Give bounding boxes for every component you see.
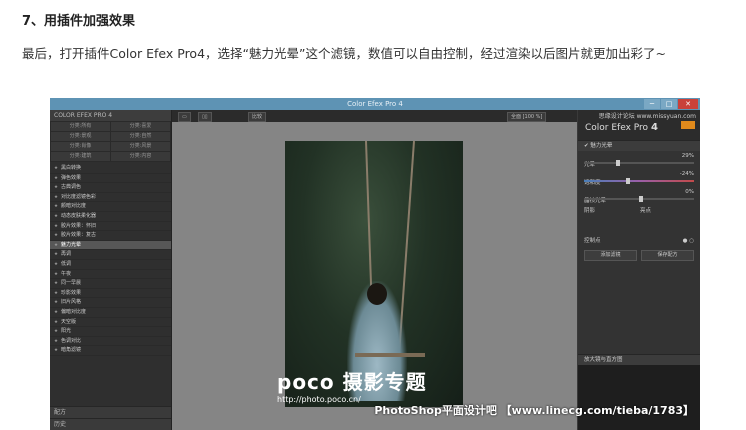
filter-item[interactable]: 珍影效果 bbox=[50, 289, 171, 299]
shadows-label: 阴影 bbox=[584, 208, 596, 214]
plugin-screenshot: Color Efex Pro 4 ─ □ ✕ COLOR EFEX PRO 4 … bbox=[50, 98, 700, 430]
window-titlebar: Color Efex Pro 4 ─ □ ✕ bbox=[50, 98, 700, 110]
filter-item[interactable]: 色调对比 bbox=[50, 337, 171, 347]
settings-panel: Color Efex Pro 4 思缘设计论坛 www.missyuan.com… bbox=[578, 110, 700, 430]
slider-knob[interactable] bbox=[639, 196, 643, 202]
filter-item[interactable]: 对比度滤镜色彩 bbox=[50, 193, 171, 203]
footer-watermark: PhotoShop平面设计吧 【www.linecg.com/tieba/178… bbox=[374, 404, 694, 417]
product-logo: Color Efex Pro 4 思缘设计论坛 www.missyuan.com bbox=[578, 110, 700, 140]
slider-value: 29% bbox=[681, 153, 694, 159]
filter-item[interactable]: 黑白转换 bbox=[50, 164, 171, 174]
poco-watermark: poco 摄影专题 http://photo.poco.cn/ bbox=[277, 370, 427, 404]
history-tab[interactable]: 历史 bbox=[50, 418, 171, 430]
window-title: Color Efex Pro 4 bbox=[347, 100, 403, 108]
filter-item[interactable]: 胶片效果：怀旧 bbox=[50, 222, 171, 232]
zoom-select[interactable]: 全面 [100 %] bbox=[507, 112, 547, 122]
save-recipe-button[interactable]: 保存配方 bbox=[641, 250, 694, 261]
filter-item[interactable]: 弹色效果 bbox=[50, 174, 171, 184]
filter-list: 黑白转换弹色效果古典调色对比度滤镜色彩颜暗对比度动态皮肤柔化器胶片效果：怀旧胶片… bbox=[50, 162, 171, 356]
slider-value: 0% bbox=[685, 189, 694, 195]
slider-track[interactable] bbox=[584, 160, 694, 166]
filter-item[interactable]: 阳光 bbox=[50, 327, 171, 337]
filter-item[interactable]: 再调 bbox=[50, 250, 171, 260]
category-button[interactable]: 分类:自然 bbox=[111, 132, 170, 141]
layout-icon[interactable]: ▭ bbox=[178, 112, 191, 122]
filter-item[interactable]: 胶片效果：复古 bbox=[50, 231, 171, 241]
control-points-row[interactable]: 控制点 ● ○ bbox=[578, 235, 700, 247]
tone-controls: 阴影 亮点 bbox=[578, 205, 700, 235]
split-view-icon[interactable]: ▯▯ bbox=[198, 112, 212, 122]
highlights-label: 亮点 bbox=[640, 208, 652, 214]
slider-value: -24% bbox=[679, 171, 694, 177]
sidebar-header: COLOR EFEX PRO 4 bbox=[50, 110, 171, 121]
maximize-button[interactable]: □ bbox=[661, 99, 677, 109]
site-watermark: 思缘设计论坛 www.missyuan.com bbox=[598, 113, 696, 120]
section-paragraph: 最后，打开插件Color Efex Pro4，选择“魅力光晕”这个滤镜，数值可以… bbox=[22, 46, 666, 61]
slider-knob[interactable] bbox=[615, 160, 620, 166]
category-button[interactable]: 分类:所有 bbox=[51, 122, 110, 131]
category-button[interactable]: 分类:喜爱 bbox=[111, 122, 170, 131]
recipes-tab[interactable]: 配方 bbox=[50, 406, 171, 418]
add-filter-button[interactable]: 添加滤镜 bbox=[584, 250, 637, 261]
filter-item[interactable]: 旧片风格 bbox=[50, 298, 171, 308]
filter-item[interactable]: 低调 bbox=[50, 260, 171, 270]
filter-item[interactable]: 同一早晨 bbox=[50, 279, 171, 289]
filter-item[interactable]: 动态皮肤柔化器 bbox=[50, 212, 171, 222]
minimize-button[interactable]: ─ bbox=[644, 99, 660, 109]
slider-track[interactable] bbox=[584, 196, 694, 202]
filter-item[interactable]: 偏暗对比度 bbox=[50, 308, 171, 318]
slider-knob[interactable] bbox=[625, 178, 630, 184]
loupe-histogram: 放大镜与直方图 bbox=[578, 354, 700, 430]
filter-sidebar: COLOR EFEX PRO 4 分类:所有 分类:喜爱 分类:景观 分类:自然 分类:… bbox=[50, 110, 172, 430]
filter-section-header[interactable]: ✔ 魅力光晕 bbox=[578, 140, 700, 151]
filter-item[interactable]: 午夜 bbox=[50, 270, 171, 280]
filter-item[interactable]: 魅力光晕 bbox=[50, 240, 171, 251]
category-button[interactable]: 分类:风景 bbox=[111, 142, 170, 151]
filter-item[interactable]: 颜暗对比度 bbox=[50, 202, 171, 212]
slider-3[interactable]: 晶核光晕 0% bbox=[578, 187, 700, 205]
filter-item[interactable]: 古典调色 bbox=[50, 183, 171, 193]
category-button[interactable]: 分类:肖像 bbox=[51, 142, 110, 151]
category-button[interactable]: 分类:景观 bbox=[51, 132, 110, 141]
compare-button[interactable]: 比较 bbox=[248, 112, 267, 122]
section-heading: 7、用插件加强效果 bbox=[22, 14, 136, 29]
category-button[interactable]: 分类:内容 bbox=[111, 152, 170, 161]
category-grid: 分类:所有 分类:喜爱 分类:景观 分类:自然 分类:肖像 分类:风景 分类:建筑 分类:内容 bbox=[50, 121, 171, 162]
category-button[interactable]: 分类:建筑 bbox=[51, 152, 110, 161]
preview-canvas: poco 摄影专题 http://photo.poco.cn/ bbox=[172, 122, 577, 430]
close-button[interactable]: ✕ bbox=[678, 99, 698, 109]
brand-badge-icon bbox=[681, 121, 695, 129]
add-point-icon[interactable]: ● ○ bbox=[683, 235, 694, 247]
preview-toolbar: ▭ ▯▯ 比较 全面 [100 %] bbox=[172, 110, 577, 122]
filter-item[interactable]: 天空版 bbox=[50, 318, 171, 328]
filter-item[interactable]: 暗角滤镜 bbox=[50, 346, 171, 356]
loupe-header[interactable]: 放大镜与直方图 bbox=[578, 354, 700, 365]
slider-1[interactable]: 光晕 29% bbox=[578, 151, 700, 169]
slider-track[interactable] bbox=[584, 178, 694, 184]
slider-2[interactable]: 饱和度 -24% bbox=[578, 169, 700, 187]
